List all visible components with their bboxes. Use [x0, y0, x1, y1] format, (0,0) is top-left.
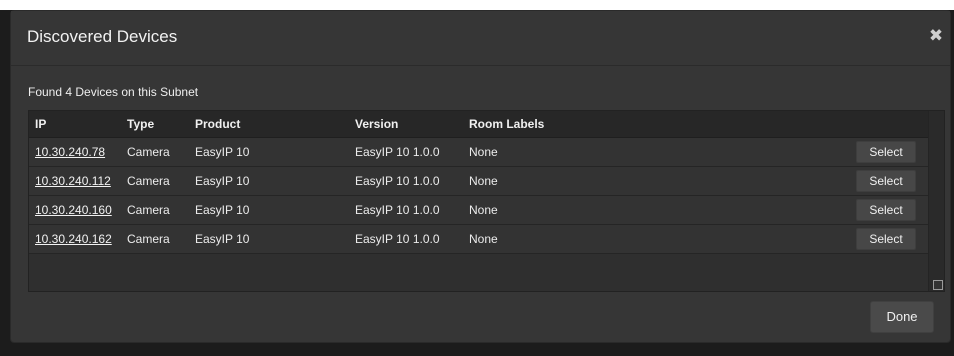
device-version-cell: EasyIP 10 1.0.0	[349, 166, 463, 196]
device-count-summary: Found 4 Devices on this Subnet	[28, 85, 199, 99]
select-button[interactable]: Select	[856, 141, 916, 163]
device-ip-cell: 10.30.240.78	[29, 137, 121, 167]
device-room-labels-cell: None	[463, 137, 842, 167]
device-type-cell: Camera	[121, 166, 189, 196]
device-product-cell: EasyIP 10	[189, 224, 349, 254]
table-row: 10.30.240.162 Camera EasyIP 10 EasyIP 10…	[29, 224, 928, 254]
device-product-cell: EasyIP 10	[189, 137, 349, 167]
table-scrollbar[interactable]	[928, 111, 944, 291]
device-action-cell: Select	[842, 224, 928, 254]
device-type-cell: Camera	[121, 224, 189, 254]
table-row: 10.30.240.78 Camera EasyIP 10 EasyIP 10 …	[29, 137, 928, 167]
column-header-version[interactable]: Version	[349, 111, 463, 138]
column-header-product[interactable]: Product	[189, 111, 349, 138]
devices-table-container: IP Type Product Version Room Labels 10.3…	[28, 110, 945, 292]
device-product-cell: EasyIP 10	[189, 166, 349, 196]
device-room-labels-cell: None	[463, 166, 842, 196]
device-type-cell: Camera	[121, 137, 189, 167]
device-action-cell: Select	[842, 166, 928, 196]
close-icon[interactable]: ✖	[928, 27, 944, 44]
device-ip-link[interactable]: 10.30.240.162	[35, 232, 112, 246]
table-row: 10.30.240.112 Camera EasyIP 10 EasyIP 10…	[29, 166, 928, 196]
page-backdrop	[0, 0, 954, 10]
device-version-cell: EasyIP 10 1.0.0	[349, 195, 463, 225]
device-ip-cell: 10.30.240.112	[29, 166, 121, 196]
dialog-title: Discovered Devices	[27, 27, 178, 46]
select-button[interactable]: Select	[856, 228, 916, 250]
device-version-cell: EasyIP 10 1.0.0	[349, 137, 463, 167]
device-version-cell: EasyIP 10 1.0.0	[349, 224, 463, 254]
table-row: 10.30.240.160 Camera EasyIP 10 EasyIP 10…	[29, 195, 928, 225]
device-room-labels-cell: None	[463, 224, 842, 254]
device-ip-link[interactable]: 10.30.240.160	[35, 203, 112, 217]
select-button[interactable]: Select	[856, 170, 916, 192]
column-header-room-labels[interactable]: Room Labels	[463, 111, 842, 138]
done-button[interactable]: Done	[870, 301, 934, 333]
device-ip-link[interactable]: 10.30.240.78	[35, 145, 105, 159]
device-product-cell: EasyIP 10	[189, 195, 349, 225]
device-room-labels-cell: None	[463, 195, 842, 225]
device-type-cell: Camera	[121, 195, 189, 225]
device-ip-cell: 10.30.240.162	[29, 224, 121, 254]
dialog-header: Discovered Devices ✖	[11, 11, 950, 66]
resize-handle-icon[interactable]	[933, 280, 943, 290]
devices-table: IP Type Product Version Room Labels 10.3…	[29, 111, 928, 254]
device-action-cell: Select	[842, 195, 928, 225]
select-button[interactable]: Select	[856, 199, 916, 221]
column-header-type[interactable]: Type	[121, 111, 189, 138]
device-action-cell: Select	[842, 137, 928, 167]
discovered-devices-dialog: Discovered Devices ✖ Found 4 Devices on …	[10, 10, 951, 343]
device-ip-cell: 10.30.240.160	[29, 195, 121, 225]
column-header-ip[interactable]: IP	[29, 111, 121, 138]
device-ip-link[interactable]: 10.30.240.112	[35, 174, 111, 188]
column-header-action	[842, 111, 928, 138]
table-header-row: IP Type Product Version Room Labels	[29, 111, 928, 138]
